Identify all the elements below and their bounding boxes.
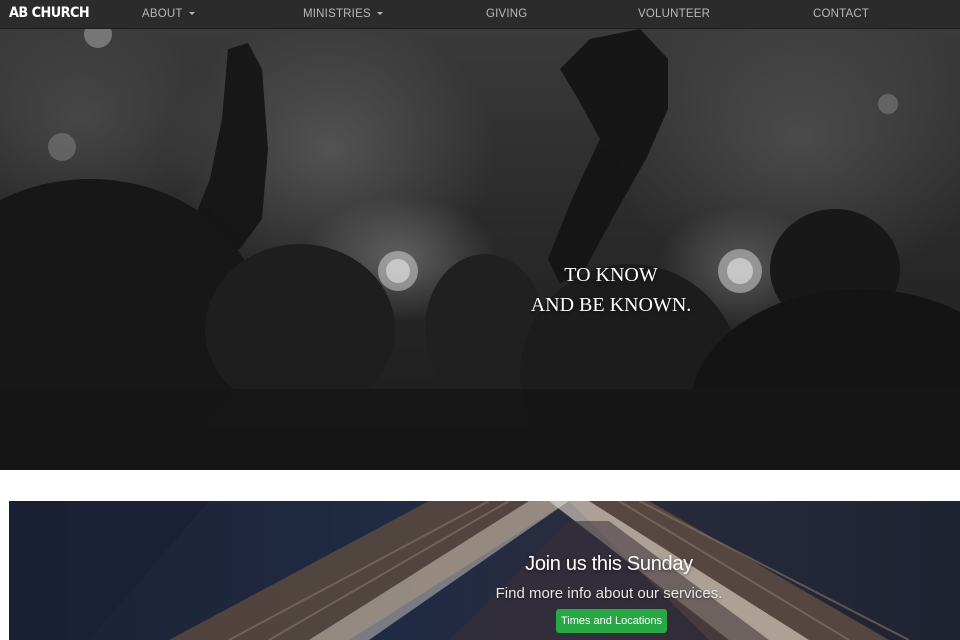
hero-tagline-line1: TO KNOW bbox=[564, 264, 658, 286]
caret-down-icon bbox=[188, 12, 195, 15]
nav-item-label: MINISTRIES bbox=[303, 8, 371, 20]
hero-tagline-line2: AND BE KNOWN. bbox=[530, 294, 692, 316]
sunday-title: Join us this Sunday bbox=[525, 553, 693, 575]
nav-item-label: ABOUT bbox=[142, 8, 183, 20]
hero-tagline: TO KNOW AND BE KNOWN. bbox=[0, 260, 960, 320]
sunday-subtitle: Find more info about our services. bbox=[495, 585, 723, 602]
nav-item-label: CONTACT bbox=[813, 8, 870, 20]
nav-item-about[interactable]: ABOUT bbox=[142, 8, 195, 20]
hero-background-image bbox=[0, 29, 960, 470]
times-and-locations-button[interactable]: Times and Locations bbox=[556, 609, 667, 633]
nav-item-volunteer[interactable]: VOLUNTEER bbox=[638, 8, 710, 20]
navbar: AB CHURCH ABOUT MINISTRIES GIVING VOLUNT… bbox=[0, 0, 960, 29]
nav-item-label: GIVING bbox=[486, 8, 528, 20]
nav-item-giving[interactable]: GIVING bbox=[486, 8, 527, 20]
hero-banner: TO KNOW AND BE KNOWN. bbox=[0, 29, 960, 470]
nav-item-contact[interactable]: CONTACT bbox=[813, 8, 869, 20]
caret-down-icon bbox=[376, 12, 383, 15]
nav-item-ministries[interactable]: MINISTRIES bbox=[303, 8, 383, 20]
brand-logo[interactable]: AB CHURCH bbox=[9, 5, 90, 21]
sunday-banner: Join us this Sunday Find more info about… bbox=[9, 501, 960, 640]
nav-item-label: VOLUNTEER bbox=[638, 8, 711, 20]
